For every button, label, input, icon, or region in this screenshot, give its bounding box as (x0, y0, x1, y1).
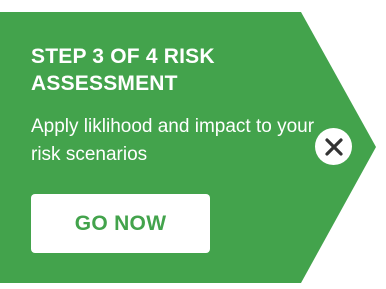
close-button[interactable] (315, 128, 352, 165)
step-description: Apply liklihood and impact to your risk … (31, 116, 315, 165)
step-title: STEP 3 OF 4 RISK ASSESSMENT (31, 45, 215, 95)
tour-step-banner: STEP 3 OF 4 RISK ASSESSMENT Apply liklih… (0, 12, 376, 283)
go-now-button[interactable]: GO NOW (31, 194, 210, 253)
close-icon (324, 137, 343, 156)
